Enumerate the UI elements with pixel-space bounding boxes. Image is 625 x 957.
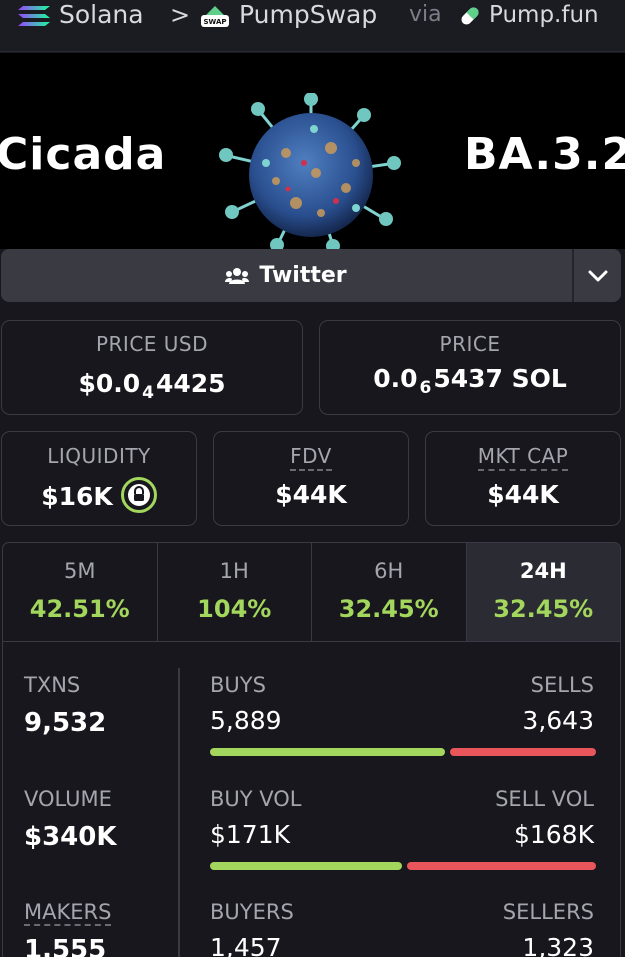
sellers-value: 1,323 [522, 933, 594, 957]
tab-label: 1H [219, 559, 249, 583]
solana-icon [18, 6, 50, 26]
fdv-value: $44K [275, 480, 347, 509]
buy-vol-value: $171K [210, 820, 291, 849]
expand-socials-button[interactable] [574, 249, 621, 302]
sells-label: SELLS [530, 673, 594, 697]
fdv-label[interactable]: FDV [290, 444, 332, 471]
launchpad-link[interactable]: Pump.fun [489, 0, 599, 30]
tab-change: 42.51% [29, 595, 130, 623]
price-usd-value: $0.0 44425 [78, 369, 226, 403]
price-native-box: PRICE 0.0 65437 SOL [319, 320, 621, 415]
virus-image [219, 93, 401, 249]
volume-value: $340K [24, 822, 117, 852]
tab-1h[interactable]: 1H 104% [158, 543, 312, 641]
breadcrumb: Solana > SWAP PumpSwap via Pump.fun [0, 0, 625, 52]
sell-vol-value: $168K [513, 820, 594, 849]
buyers-value: 1,457 [210, 933, 282, 957]
buy-vol-bar [210, 862, 402, 870]
sells-value: 3,643 [522, 706, 594, 735]
price-native-value: 0.0 65437 SOL [373, 364, 567, 398]
price-usd-box: PRICE USD $0.0 44425 [1, 320, 303, 415]
tab-change: 32.45% [493, 595, 594, 623]
token-banner: Cicada BA.3.2 [0, 53, 625, 249]
chain-link[interactable]: Solana [59, 0, 144, 30]
liquidity-value: $16K [41, 482, 113, 511]
tab-label: 6H [374, 559, 404, 583]
lock-icon[interactable] [120, 477, 157, 513]
tab-label: 5M [64, 559, 96, 583]
pumpswap-icon: SWAP [201, 6, 229, 27]
banner-right-text: BA.3.2 [464, 129, 625, 180]
mkt-cap-box: MKT CAP $44K [425, 431, 621, 526]
stats-divider [178, 668, 180, 957]
txns-label: TXNS [24, 673, 81, 697]
tab-6h[interactable]: 6H 32.45% [312, 543, 467, 641]
banner-left-text: Cicada [0, 129, 167, 180]
txns-value: 9,532 [24, 708, 107, 738]
twitter-button[interactable]: Twitter [1, 249, 571, 302]
socials-bar: Twitter [1, 249, 621, 302]
dex-link[interactable]: PumpSwap [239, 0, 377, 30]
price-native-label: PRICE [439, 332, 501, 356]
sellers-label: SELLERS [502, 900, 594, 924]
sell-vol-label: SELL VOL [495, 787, 594, 811]
buyers-label: BUYERS [210, 900, 294, 924]
volume-label: VOLUME [24, 787, 112, 811]
mkt-cap-label[interactable]: MKT CAP [477, 444, 569, 471]
timeframe-tabs: 5M 42.51% 1H 104% 6H 32.45% 24H 32.45% [2, 542, 621, 642]
liquidity-label: LIQUIDITY [47, 444, 151, 468]
pumpswap-icon-text: SWAP [204, 18, 227, 26]
breadcrumb-separator: > [170, 1, 191, 29]
chevron-down-icon [588, 270, 607, 281]
sells-bar [450, 748, 596, 756]
pill-icon [461, 7, 479, 25]
sell-vol-bar [407, 862, 596, 870]
liquidity-value-row: $16K [2, 477, 196, 516]
trade-stats: TXNS 9,532 BUYS 5,889 SELLS 3,643 VOLUME… [2, 642, 621, 957]
tab-change: 104% [197, 595, 272, 623]
twitter-label: Twitter [259, 263, 347, 288]
tab-change: 32.45% [338, 595, 439, 623]
fdv-box: FDV $44K [213, 431, 409, 526]
makers-label[interactable]: MAKERS [24, 900, 112, 926]
buys-label: BUYS [210, 673, 266, 697]
buys-bar [210, 748, 445, 756]
mkt-cap-value: $44K [487, 480, 559, 509]
makers-value: 1,555 [24, 935, 107, 957]
users-icon [225, 267, 250, 284]
tab-label: 24H [519, 559, 567, 583]
tab-5m[interactable]: 5M 42.51% [3, 543, 158, 641]
liquidity-box: LIQUIDITY $16K [1, 431, 197, 526]
price-usd-label: PRICE USD [95, 332, 209, 356]
buy-vol-label: BUY VOL [210, 787, 302, 811]
buys-value: 5,889 [210, 706, 282, 735]
tab-24h[interactable]: 24H 32.45% [466, 543, 620, 641]
via-label: via [409, 2, 442, 27]
